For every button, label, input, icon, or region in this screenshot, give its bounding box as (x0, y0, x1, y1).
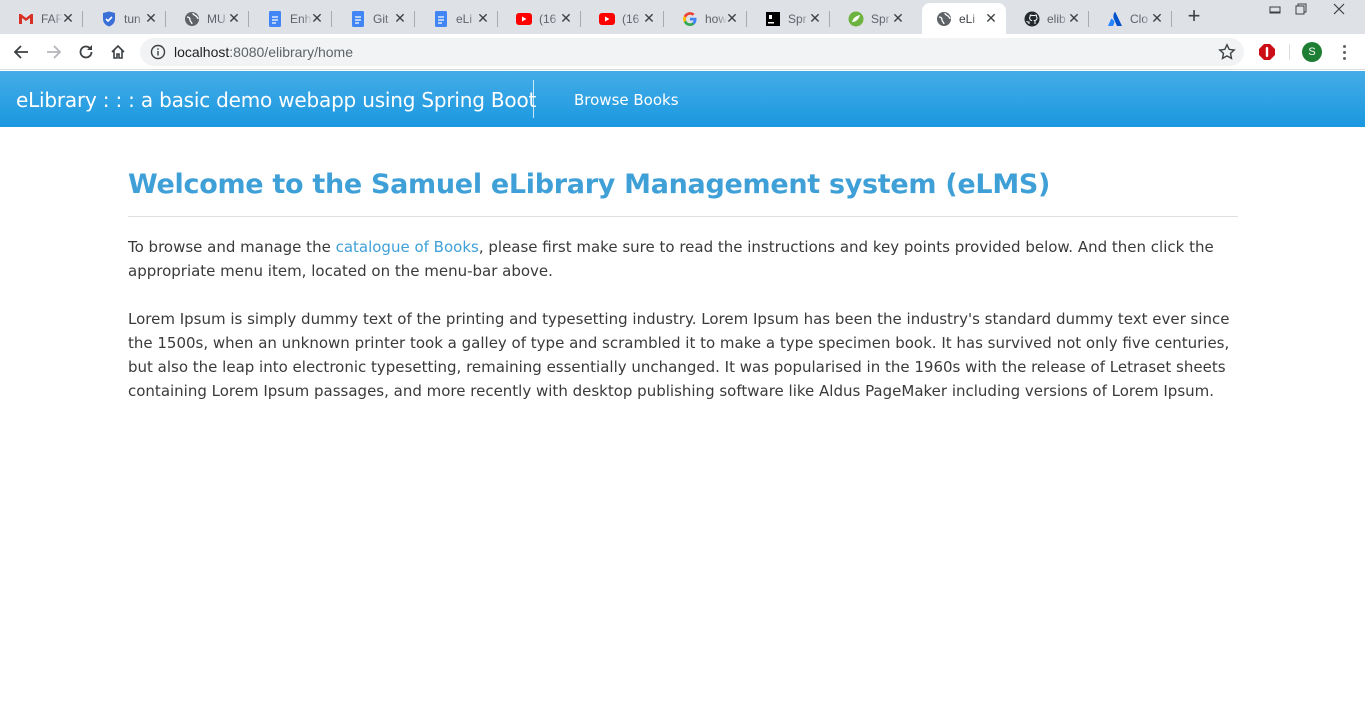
reload-icon (79, 45, 93, 59)
close-icon[interactable]: ✕ (984, 11, 998, 25)
tab-title: Enh (290, 11, 312, 26)
gmail-icon (18, 11, 34, 27)
browser-tab[interactable]: (16 ✕ (581, 3, 664, 34)
close-icon[interactable]: ✕ (476, 11, 490, 25)
opera-extension-button[interactable] (1257, 42, 1277, 62)
site-header: eLibrary : : : a basic demo webapp using… (0, 71, 1365, 127)
globe-icon (184, 11, 200, 27)
browser-tab[interactable]: Enh ✕ (249, 3, 332, 34)
tab-title: MU (207, 11, 226, 26)
close-icon[interactable]: ✕ (61, 11, 75, 25)
nav-browse-books[interactable]: Browse Books (574, 91, 679, 109)
tab-title: eLi (959, 11, 976, 26)
stop-icon (1259, 44, 1275, 60)
github-icon (1024, 11, 1040, 27)
spring-icon (848, 11, 864, 27)
tab-strip: FAF ✕ tun ✕ MU ✕ Enh ✕ Git ✕ eLi ✕ (16 ✕… (0, 0, 1365, 34)
atlassian-icon (1107, 11, 1123, 27)
lorem-paragraph: Lorem Ipsum is simply dummy text of the … (128, 310, 1230, 400)
intro-paragraph: To browse and manage the catalogue of Bo… (128, 235, 1238, 283)
tab-divider (1171, 11, 1172, 27)
tab-title: Spr (788, 11, 807, 26)
url-path: :8080/elibrary/home (229, 44, 354, 60)
browser-tab[interactable]: elib ✕ (1006, 3, 1089, 34)
bookmark-star-icon[interactable] (1218, 43, 1236, 61)
close-icon[interactable]: ✕ (310, 11, 324, 25)
new-tab-button[interactable]: + (1180, 5, 1208, 29)
title-divider (128, 216, 1238, 217)
browser-tab[interactable]: tun ✕ (83, 3, 166, 34)
site-brand[interactable]: eLibrary : : : a basic demo webapp using… (16, 88, 536, 112)
arrow-right-icon (47, 45, 62, 59)
youtube-icon (599, 11, 615, 27)
close-icon[interactable]: ✕ (891, 11, 905, 25)
browser-tab[interactable]: Spr ✕ (747, 3, 830, 34)
header-divider (533, 80, 534, 118)
docs-icon (350, 10, 366, 27)
close-icon[interactable]: ✕ (559, 11, 573, 25)
page-title: Welcome to the Samuel eLibrary Managemen… (128, 169, 1051, 200)
browser-tab[interactable]: MU ✕ (166, 3, 249, 34)
url-text: localhost:8080/elibrary/home (174, 44, 353, 60)
close-icon[interactable]: ✕ (725, 11, 739, 25)
arrow-left-icon (13, 45, 28, 59)
tab-title: eLi (456, 11, 473, 26)
browser-tab[interactable]: Spr ✕ (830, 3, 913, 34)
browser-tab[interactable]: (16 ✕ (498, 3, 581, 34)
browser-tab[interactable]: Clo ✕ (1089, 3, 1172, 34)
globe-icon (936, 11, 952, 27)
docs-icon (267, 10, 283, 27)
close-icon[interactable]: ✕ (393, 11, 407, 25)
close-icon[interactable]: ✕ (642, 11, 656, 25)
shield-icon (101, 11, 117, 27)
browser-tab[interactable]: FAF ✕ (0, 3, 83, 34)
google-icon (682, 11, 698, 27)
forward-button[interactable] (42, 40, 66, 64)
close-icon[interactable]: ✕ (1150, 11, 1164, 25)
close-icon[interactable]: ✕ (144, 11, 158, 25)
tab-title: (16 (622, 11, 640, 26)
more-icon[interactable] (1336, 42, 1352, 62)
catalogue-link[interactable]: catalogue of Books (336, 238, 479, 256)
close-icon[interactable]: ✕ (808, 11, 822, 25)
tab-title: tun (124, 11, 141, 26)
tab-title: FAF (41, 11, 63, 26)
browser-tab[interactable]: eLi ✕ (415, 3, 498, 34)
restore-icon (1295, 3, 1307, 15)
close-window-button[interactable] (1325, 0, 1353, 18)
minimize-button[interactable] (1261, 0, 1289, 18)
docs-icon (433, 10, 449, 27)
avatar[interactable]: S (1302, 42, 1322, 62)
tab-title: (16 (539, 11, 557, 26)
tab-title: how (705, 11, 727, 26)
browser-tab[interactable]: how ✕ (664, 3, 747, 34)
tab-title: Git (373, 11, 389, 26)
jetbrains-icon (765, 11, 781, 27)
browser-tab-active[interactable]: eLi ✕ (922, 3, 1006, 34)
back-button[interactable] (9, 40, 33, 64)
browser-tab[interactable]: Git ✕ (332, 3, 415, 34)
home-button[interactable] (106, 40, 130, 64)
home-icon (111, 44, 125, 59)
tab-title: elib (1047, 11, 1066, 26)
tab-title: Clo (1130, 11, 1149, 26)
close-icon (1333, 3, 1345, 15)
reload-button[interactable] (74, 40, 98, 64)
info-icon[interactable] (150, 44, 166, 60)
intro-text-start: To browse and manage the (128, 238, 336, 256)
toolbar-divider (1289, 44, 1290, 60)
url-host: localhost (174, 44, 230, 60)
browser-toolbar: localhost:8080/elibrary/home S (0, 34, 1365, 70)
minimize-icon (1269, 6, 1281, 14)
youtube-icon (516, 11, 532, 27)
close-icon[interactable]: ✕ (1067, 11, 1081, 25)
address-bar[interactable]: localhost:8080/elibrary/home (140, 38, 1244, 66)
close-icon[interactable]: ✕ (227, 11, 241, 25)
tab-title: Spr (871, 11, 890, 26)
restore-button[interactable] (1287, 0, 1315, 18)
main-content: Welcome to the Samuel eLibrary Managemen… (128, 127, 1238, 403)
